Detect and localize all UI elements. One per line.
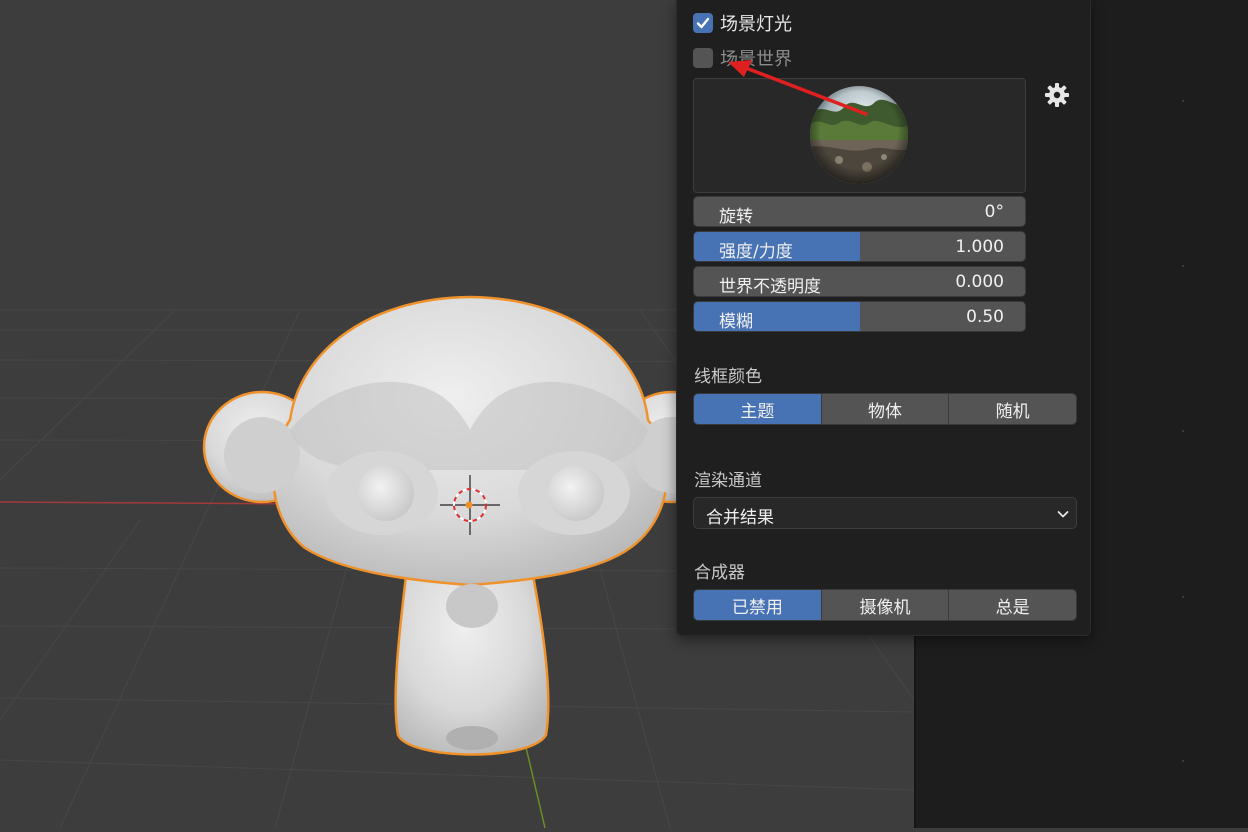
render-pass-dropdown[interactable]: 合并结果 (693, 497, 1077, 529)
strength-slider[interactable]: 强度/力度 1.000 (693, 231, 1026, 262)
slider-value: 0.50 (966, 307, 1004, 327)
compositor-selector: 已禁用 摄像机 总是 (693, 589, 1077, 621)
slider-value: 0.000 (955, 272, 1004, 292)
scene-world-checkbox[interactable] (693, 48, 713, 68)
slider-value: 0° (984, 202, 1004, 222)
chevron-down-icon (1057, 511, 1069, 518)
region-dot (1182, 430, 1184, 432)
render-pass-value: 合并结果 (706, 508, 774, 528)
compositor-option-disabled[interactable]: 已禁用 (694, 590, 822, 620)
scene-lights-toggle[interactable]: 场景灯光 (693, 11, 792, 35)
scene-lights-checkbox[interactable] (693, 13, 713, 33)
compositor-title: 合成器 (694, 563, 745, 583)
compositor-option-camera[interactable]: 摄像机 (821, 590, 950, 620)
checkmark-icon (696, 17, 710, 29)
region-dot (1182, 760, 1184, 762)
wireframe-option-random[interactable]: 随机 (949, 394, 1076, 424)
slider-label: 旋转 (719, 207, 753, 227)
gear-icon[interactable] (1043, 81, 1071, 109)
scene-world-toggle[interactable]: 场景世界 (693, 46, 792, 70)
scene-world-label: 场景世界 (720, 49, 792, 70)
render-pass-title: 渲染通道 (694, 471, 762, 491)
slider-label: 世界不透明度 (719, 277, 821, 297)
wireframe-color-selector: 主题 物体 随机 (693, 393, 1077, 425)
world-opacity-slider[interactable]: 世界不透明度 0.000 (693, 266, 1026, 297)
region-dot (1182, 596, 1184, 598)
compositor-option-always[interactable]: 总是 (949, 590, 1076, 620)
scene-lights-label: 场景灯光 (720, 14, 792, 35)
rotation-slider[interactable]: 旋转 0° (693, 196, 1026, 227)
slider-label: 强度/力度 (719, 242, 793, 262)
wireframe-color-title: 线框颜色 (694, 367, 762, 387)
region-dot (1182, 100, 1184, 102)
blur-slider[interactable]: 模糊 0.50 (693, 301, 1026, 332)
hdri-preview[interactable] (693, 78, 1026, 193)
slider-value: 1.000 (955, 237, 1004, 257)
wireframe-option-object[interactable]: 物体 (821, 394, 950, 424)
region-dot (1182, 265, 1184, 267)
viewport-shading-popover: 场景灯光 场景世界 旋转 0° 强度/力度 1.000 世界不透明度 0.000… (676, 0, 1091, 636)
wireframe-option-theme[interactable]: 主题 (694, 394, 822, 424)
slider-label: 模糊 (719, 312, 753, 332)
hdri-sphere-icon (810, 86, 908, 184)
